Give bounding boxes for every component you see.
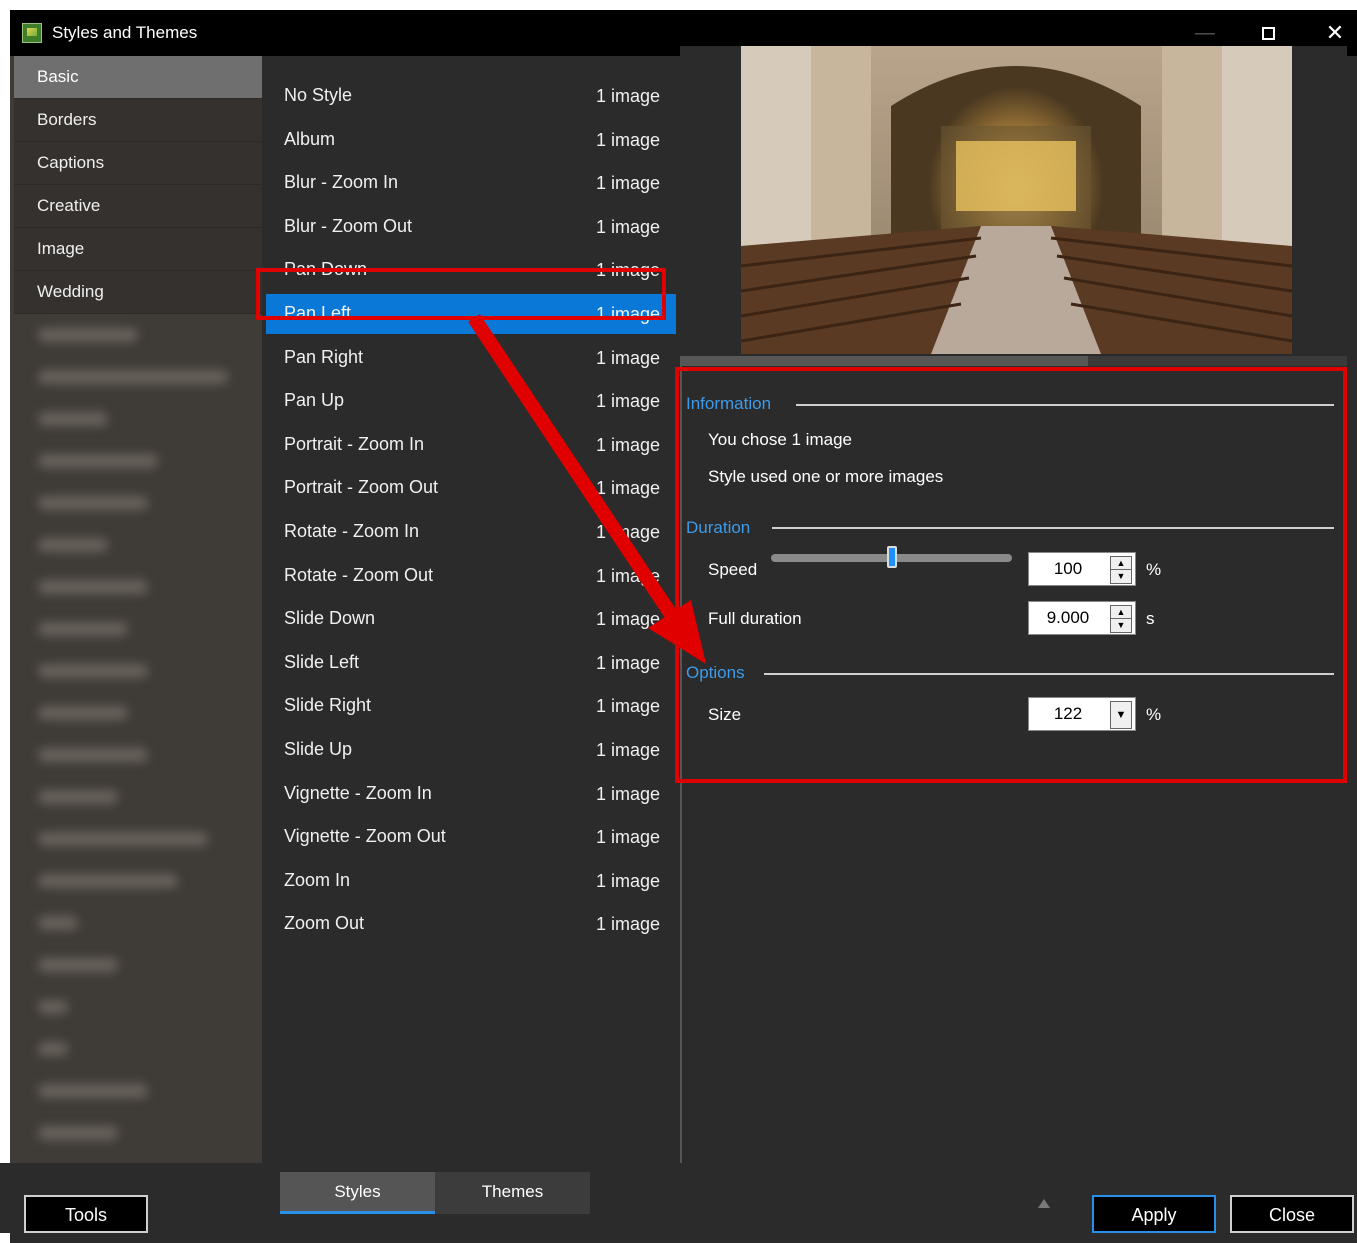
style-image-count: 1 image [596,870,661,891]
close-icon[interactable]: ✕ [1315,18,1355,48]
style-image-count: 1 image [596,86,661,106]
style-name: Pan Right [284,346,364,367]
category-borders[interactable]: Borders [14,99,262,142]
preview-scroll-thumb[interactable] [680,356,1088,366]
style-name: Slide Up [284,739,353,759]
style-name: Portrait - Zoom In [284,433,425,454]
blurred-category-item [30,398,262,440]
style-image-count: 1 image [596,696,661,717]
style-image-count: 1 image [596,827,661,848]
blurred-category-item [30,1112,262,1154]
blurred-category-item [30,776,262,818]
style-row[interactable]: Zoom Out 1 image [266,904,676,944]
style-name: No Style [284,85,353,105]
style-name: Slide Down [284,608,376,629]
style-image-count: 1 image [596,740,661,760]
style-image-count: 1 image [596,347,661,368]
blurred-category-item [30,356,262,398]
style-image-count: 1 image [596,391,661,412]
style-row[interactable]: Vignette - Zoom Out 1 image [266,817,676,857]
style-row[interactable]: Blur - Zoom Out 1 image [266,207,676,247]
category-basic[interactable]: Basic [14,56,262,99]
style-name: Rotate - Zoom Out [284,564,434,585]
style-name: Pan Up [284,390,345,411]
style-name: Portrait - Zoom Out [284,477,439,498]
style-row[interactable]: Album 1 image [266,120,676,160]
style-name: Rotate - Zoom In [284,521,420,541]
style-name: Vignette - Zoom In [284,782,432,803]
blurred-category-items [10,314,262,1154]
style-list: No Style 1 image Album 1 image Blur - Zoom I… [262,56,682,1173]
style-name: Slide Right [284,695,372,716]
style-row[interactable]: No Style 1 image [266,76,676,116]
style-image-count: 1 image [596,173,661,194]
style-image-count: 1 image [596,434,661,455]
blurred-category-item [30,734,262,776]
close-button[interactable]: Close [1230,1195,1354,1233]
style-name: Zoom In [284,869,351,890]
blurred-category-item [30,524,262,566]
style-image-count: 1 image [596,129,661,150]
blurred-category-item [30,860,262,902]
style-row[interactable]: Portrait - Zoom Out 1 image [266,468,676,508]
style-image-count: 1 image [596,478,661,499]
style-row[interactable]: Slide Up 1 image [266,730,676,770]
style-row[interactable]: Pan Up 1 image [266,381,676,421]
expand-up-icon[interactable] [1038,1199,1050,1208]
style-row[interactable]: Zoom In 1 image [266,861,676,901]
style-row[interactable]: Rotate - Zoom Out 1 image [266,556,676,596]
style-name: Zoom Out [284,913,365,934]
style-name: Vignette - Zoom Out [284,826,446,847]
style-name: Blur - Zoom In [284,172,399,193]
style-row[interactable]: Pan Right 1 image [266,338,676,378]
blurred-category-item [30,902,262,944]
blurred-category-item [30,314,262,356]
style-image-count: 1 image [596,522,661,542]
tools-button[interactable]: Tools [24,1195,148,1233]
style-image-count: 1 image [596,652,661,673]
style-row[interactable]: Portrait - Zoom In 1 image [266,425,676,465]
minimize-icon[interactable]: — [1185,18,1225,48]
style-name: Slide Left [284,651,360,672]
blurred-category-item [30,818,262,860]
category-image[interactable]: Image [14,228,262,271]
maximize-icon[interactable] [1248,18,1288,48]
category-wedding[interactable]: Wedding [14,271,262,314]
style-row[interactable]: Vignette - Zoom In 1 image [266,774,676,814]
blurred-category-item [30,944,262,986]
category-creative[interactable]: Creative [14,185,262,228]
style-image-count: 1 image [596,783,661,804]
tab-themes[interactable]: Themes [435,1172,590,1214]
selected-style-annotation-box [256,268,666,320]
blurred-category-item [30,692,262,734]
window-title: Styles and Themes [52,23,198,42]
tab-styles[interactable]: Styles [280,1172,435,1214]
style-row[interactable]: Blur - Zoom In 1 image [266,163,676,203]
blurred-category-item [30,986,262,1028]
style-row[interactable]: Rotate - Zoom In 1 image [266,512,676,552]
style-row[interactable]: Slide Down 1 image [266,599,676,639]
blurred-category-item [30,1028,262,1070]
blurred-category-item [30,482,262,524]
blurred-category-item [30,608,262,650]
app-icon [22,23,42,43]
blurred-category-item [30,440,262,482]
blurred-category-item [30,1070,262,1112]
blurred-category-item [30,650,262,692]
info-annotation-box [675,367,1347,783]
style-name: Album [284,128,336,149]
preview-image [741,46,1292,354]
apply-button[interactable]: Apply [1092,1195,1216,1233]
style-image-count: 1 image [596,216,661,237]
style-image-count: 1 image [596,565,661,586]
style-image-count: 1 image [596,609,661,630]
style-row[interactable]: Slide Right 1 image [266,686,676,726]
blurred-category-item [30,566,262,608]
style-image-count: 1 image [596,914,661,935]
category-captions[interactable]: Captions [14,142,262,185]
style-name: Blur - Zoom Out [284,215,413,236]
category-list: Basic Borders Captions Creative Image We… [10,56,262,1173]
style-row[interactable]: Slide Left 1 image [266,643,676,683]
